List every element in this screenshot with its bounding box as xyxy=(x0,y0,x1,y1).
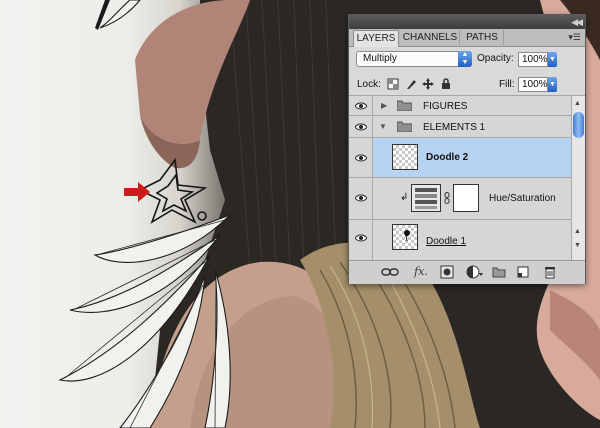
eye-icon xyxy=(355,102,367,110)
scroll-down-icon[interactable]: ▼ xyxy=(574,242,581,249)
link-layers-icon[interactable] xyxy=(381,265,399,279)
lock-transparent-pixels-icon[interactable] xyxy=(387,78,399,90)
red-arrow-annotation xyxy=(124,182,150,202)
panel-bottom-toolbar: fx. xyxy=(349,260,585,284)
clipping-arrow-icon: ↲ xyxy=(400,192,409,203)
layer-name: FIGURES xyxy=(423,101,468,112)
fill-field[interactable]: 100% xyxy=(518,77,548,92)
fill-dropdown-icon[interactable]: ▼ xyxy=(548,77,557,92)
opacity-label: Opacity: xyxy=(477,53,514,64)
layer-thumbnail[interactable] xyxy=(392,144,418,170)
eye-icon xyxy=(355,154,367,162)
opacity-dropdown-icon[interactable]: ▼ xyxy=(548,52,557,67)
tab-channels[interactable]: CHANNELS xyxy=(401,30,460,45)
eye-icon xyxy=(355,234,367,242)
expand-triangle-icon[interactable]: ▶ xyxy=(381,101,387,110)
layers-panel: ◀◀ LAYERS CHANNELS PATHS ▾☰ Multiply ▲ ▼ … xyxy=(348,14,586,284)
panel-tab-row: LAYERS CHANNELS PATHS ▾☰ xyxy=(349,29,585,47)
visibility-toggle[interactable] xyxy=(349,116,373,137)
visibility-toggle[interactable] xyxy=(349,220,373,260)
new-layer-icon[interactable] xyxy=(516,265,530,279)
fill-label: Fill: xyxy=(499,79,515,90)
hue-saturation-adjustment-icon[interactable] xyxy=(411,184,441,212)
scroll-thumb[interactable] xyxy=(573,112,584,138)
panel-menu-icon[interactable]: ▾☰ xyxy=(568,32,581,43)
trash-icon[interactable] xyxy=(543,265,557,279)
layer-mask-thumbnail[interactable] xyxy=(453,184,479,212)
eye-icon xyxy=(355,194,367,202)
lock-position-icon[interactable] xyxy=(422,78,434,90)
mask-link-icon[interactable] xyxy=(444,192,450,204)
eye-icon xyxy=(355,123,367,131)
blend-mode-select[interactable]: Multiply ▲ ▼ xyxy=(356,51,472,67)
new-adjustment-layer-icon[interactable] xyxy=(466,265,484,279)
select-arrows-icon: ▲ ▼ xyxy=(458,51,472,67)
tab-layers[interactable]: LAYERS xyxy=(353,30,399,47)
layer-name: Doodle 2 xyxy=(426,152,469,163)
layer-row-hue-saturation[interactable]: ↲ Hue/Saturation xyxy=(349,178,571,220)
scroll-up-icon[interactable]: ▲ xyxy=(574,100,581,107)
layer-style-icon[interactable]: fx. xyxy=(411,265,431,279)
visibility-toggle[interactable] xyxy=(349,96,373,115)
lock-all-icon[interactable] xyxy=(440,78,452,90)
lock-row: Lock: Fill: 100% ▼ xyxy=(349,73,585,96)
layer-row-doodle-1[interactable]: Doodle 1 xyxy=(349,220,571,260)
layer-name: Doodle 1 xyxy=(426,236,467,247)
layer-thumbnail[interactable] xyxy=(392,224,418,250)
panel-title-bar[interactable]: ◀◀ xyxy=(349,15,585,29)
opacity-field[interactable]: 100% xyxy=(518,52,548,67)
folder-icon xyxy=(397,100,412,111)
lock-image-pixels-icon[interactable] xyxy=(405,78,417,90)
blend-mode-value: Multiply xyxy=(363,53,397,64)
layer-list: ▶ FIGURES ▼ ELEMENTS 1 Doodle 2 ↲ Hue/Sa… xyxy=(349,96,571,260)
visibility-toggle[interactable] xyxy=(349,138,373,177)
folder-icon xyxy=(397,121,412,132)
layer-row-figures[interactable]: ▶ FIGURES xyxy=(349,96,571,116)
layer-name: Hue/Saturation xyxy=(489,193,556,204)
layer-row-elements-1[interactable]: ▼ ELEMENTS 1 xyxy=(349,116,571,138)
tab-paths[interactable]: PATHS xyxy=(461,30,504,45)
visibility-toggle[interactable] xyxy=(349,178,373,219)
scroll-up-icon[interactable]: ▲ xyxy=(574,228,581,235)
layer-row-doodle-2[interactable]: Doodle 2 xyxy=(349,138,571,178)
new-group-icon[interactable] xyxy=(492,265,506,279)
doodle-thumbnail-mark xyxy=(404,230,410,242)
collapse-panel-icon[interactable]: ◀◀ xyxy=(571,16,583,28)
add-layer-mask-icon[interactable] xyxy=(440,265,454,279)
layer-name: ELEMENTS 1 xyxy=(423,122,486,133)
layer-list-scrollbar[interactable]: ▲ ▲ ▼ xyxy=(571,96,585,260)
lock-label: Lock: xyxy=(357,79,381,90)
collapse-triangle-icon[interactable]: ▼ xyxy=(379,122,387,131)
